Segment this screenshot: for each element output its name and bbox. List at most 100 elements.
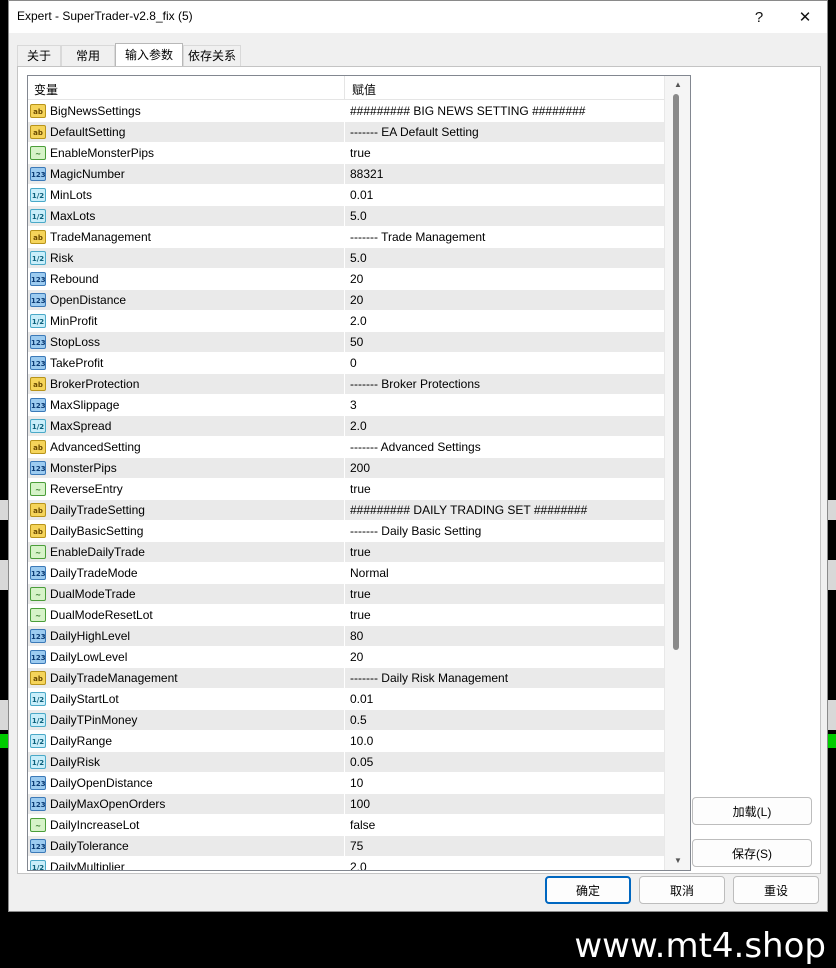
variable-name: MaxSpread	[50, 419, 112, 433]
reset-button[interactable]: 重设	[733, 876, 819, 904]
header-variable[interactable]: 变量	[34, 81, 58, 98]
scroll-down-arrow-icon[interactable]: ▼	[673, 856, 683, 866]
table-row[interactable]: ~ DualModeResetLot true	[28, 605, 664, 626]
table-row[interactable]: ab BrokerProtection ------- Broker Protect…	[28, 374, 664, 395]
scroll-up-arrow-icon[interactable]: ▲	[673, 80, 683, 90]
column-divider	[344, 563, 345, 584]
variable-name: DefaultSetting	[50, 125, 126, 139]
table-row[interactable]: ab TradeManagement ------- Trade Managemen…	[28, 227, 664, 248]
variable-value[interactable]: 0.5	[350, 713, 367, 727]
cancel-button[interactable]: 取消	[639, 876, 725, 904]
table-row[interactable]: 1/2 MinProfit 2.0	[28, 311, 664, 332]
table-row[interactable]: ~ EnableMonsterPips true	[28, 143, 664, 164]
variable-value[interactable]: 0	[350, 356, 357, 370]
tab-common[interactable]: 常用	[61, 45, 116, 67]
variable-value[interactable]: 5.0	[350, 209, 367, 223]
table-row[interactable]: ~ DailyIncreaseLot false	[28, 815, 664, 836]
table-row[interactable]: 1/2 DailyMultiplier 2.0	[28, 857, 664, 870]
header-value[interactable]: 赋值	[352, 81, 376, 98]
help-button[interactable]: ?	[739, 5, 779, 29]
variable-value[interactable]: 100	[350, 797, 370, 811]
variable-name: DailyTPinMoney	[50, 713, 138, 727]
table-row[interactable]: 1/2 DailyStartLot 0.01	[28, 689, 664, 710]
table-row[interactable]: 1/2 DailyRange 10.0	[28, 731, 664, 752]
variable-value[interactable]: true	[350, 587, 371, 601]
variable-value[interactable]: true	[350, 608, 371, 622]
variable-value[interactable]: 20	[350, 293, 363, 307]
variable-value[interactable]: 2.0	[350, 860, 367, 870]
table-row[interactable]: 123 DailyOpenDistance 10	[28, 773, 664, 794]
variable-value[interactable]: 88321	[350, 167, 383, 181]
variable-value[interactable]: ######### BIG NEWS SETTING ########	[350, 104, 585, 118]
variable-name: BrokerProtection	[50, 377, 140, 391]
variable-value[interactable]: 10	[350, 776, 363, 790]
variable-value[interactable]: ------- Advanced Settings	[350, 440, 481, 454]
save-button[interactable]: 保存(S)	[692, 839, 812, 867]
table-row[interactable]: 1/2 MaxSpread 2.0	[28, 416, 664, 437]
table-row[interactable]: ab DefaultSetting ------- EA Default Setti…	[28, 122, 664, 143]
load-button[interactable]: 加载(L)	[692, 797, 812, 825]
table-row[interactable]: 123 DailyTolerance 75	[28, 836, 664, 857]
variable-value[interactable]: 10.0	[350, 734, 373, 748]
tab-dependencies[interactable]: 依存关系	[183, 45, 242, 67]
variable-value[interactable]: 3	[350, 398, 357, 412]
variable-value[interactable]: 50	[350, 335, 363, 349]
table-row[interactable]: 123 StopLoss 50	[28, 332, 664, 353]
variable-value[interactable]: ######### DAILY TRADING SET ########	[350, 503, 587, 517]
variable-value[interactable]: 5.0	[350, 251, 367, 265]
table-row[interactable]: ~ EnableDailyTrade true	[28, 542, 664, 563]
variable-value[interactable]: ------- Daily Risk Management	[350, 671, 508, 685]
variable-value[interactable]: ------- Daily Basic Setting	[350, 524, 481, 538]
table-row[interactable]: 123 OpenDistance 20	[28, 290, 664, 311]
table-row[interactable]: 123 DailyHighLevel 80	[28, 626, 664, 647]
scrollbar-thumb[interactable]	[673, 94, 679, 650]
table-row[interactable]: 1/2 MinLots 0.01	[28, 185, 664, 206]
table-row[interactable]: ab AdvancedSetting ------- Advanced Settin…	[28, 437, 664, 458]
column-divider	[344, 521, 345, 542]
variable-value[interactable]: 20	[350, 650, 363, 664]
column-divider	[344, 815, 345, 836]
table-row[interactable]: 1/2 MaxLots 5.0	[28, 206, 664, 227]
table-row[interactable]: ~ ReverseEntry true	[28, 479, 664, 500]
variable-value[interactable]: 0.01	[350, 188, 373, 202]
variable-value[interactable]: false	[350, 818, 375, 832]
table-row[interactable]: 123 DailyLowLevel 20	[28, 647, 664, 668]
table-row[interactable]: ab DailyTradeSetting ######### DAILY TRADI…	[28, 500, 664, 521]
close-button[interactable]: ✕	[785, 5, 825, 29]
table-row[interactable]: ~ DualModeTrade true	[28, 584, 664, 605]
table-row[interactable]: 123 DailyTradeMode Normal	[28, 563, 664, 584]
variable-value[interactable]: ------- EA Default Setting	[350, 125, 479, 139]
table-row[interactable]: 1/2 DailyRisk 0.05	[28, 752, 664, 773]
table-row[interactable]: ab DailyTradeManagement ------- Daily Risk…	[28, 668, 664, 689]
variable-value[interactable]: 20	[350, 272, 363, 286]
table-row[interactable]: 123 MonsterPips 200	[28, 458, 664, 479]
tab-inputs[interactable]: 输入参数	[115, 43, 184, 67]
variable-value[interactable]: ------- Broker Protections	[350, 377, 480, 391]
header-divider[interactable]	[344, 76, 345, 100]
table-row[interactable]: 123 MaxSlippage 3	[28, 395, 664, 416]
table-row[interactable]: ab DailyBasicSetting ------- Daily Basic S…	[28, 521, 664, 542]
variable-name: DailyMaxOpenOrders	[50, 797, 166, 811]
variable-value[interactable]: 200	[350, 461, 370, 475]
variable-value[interactable]: 2.0	[350, 419, 367, 433]
variable-value[interactable]: Normal	[350, 566, 389, 580]
variable-value[interactable]: 0.01	[350, 692, 373, 706]
variable-value[interactable]: true	[350, 482, 371, 496]
variable-value[interactable]: 80	[350, 629, 363, 643]
tab-about[interactable]: 关于	[17, 45, 62, 67]
vertical-scrollbar[interactable]: ▲ ▼	[664, 76, 690, 870]
table-row[interactable]: 123 DailyMaxOpenOrders 100	[28, 794, 664, 815]
variable-value[interactable]: 75	[350, 839, 363, 853]
table-row[interactable]: ab BigNewsSettings ######### BIG NEWS SETT…	[28, 101, 664, 122]
table-row[interactable]: 1/2 DailyTPinMoney 0.5	[28, 710, 664, 731]
variable-value[interactable]: ------- Trade Management	[350, 230, 485, 244]
variable-value[interactable]: 0.05	[350, 755, 373, 769]
table-row[interactable]: 123 TakeProfit 0	[28, 353, 664, 374]
variable-value[interactable]: true	[350, 146, 371, 160]
table-row[interactable]: 123 Rebound 20	[28, 269, 664, 290]
table-row[interactable]: 1/2 Risk 5.0	[28, 248, 664, 269]
variable-value[interactable]: true	[350, 545, 371, 559]
ok-button[interactable]: 确定	[545, 876, 631, 904]
table-row[interactable]: 123 MagicNumber 88321	[28, 164, 664, 185]
variable-value[interactable]: 2.0	[350, 314, 367, 328]
